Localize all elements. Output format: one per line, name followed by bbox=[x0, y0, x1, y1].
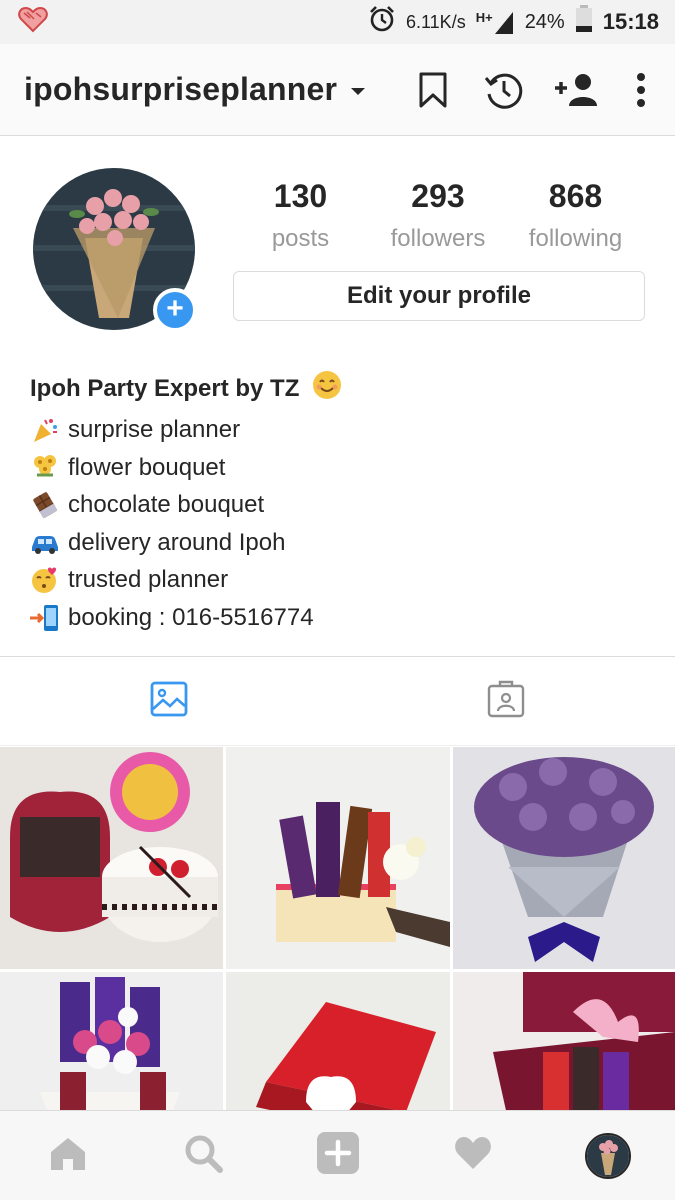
signal-icon: H+ bbox=[476, 10, 515, 34]
bio-line: trusted planner bbox=[30, 561, 650, 599]
add-post-icon bbox=[316, 1131, 360, 1180]
post-thumbnail[interactable] bbox=[453, 747, 675, 969]
party-popper-icon bbox=[30, 415, 60, 445]
status-bar: 6.11K/s H+ 24% 15:18 bbox=[0, 0, 675, 44]
following-count: 868 bbox=[548, 178, 603, 214]
bio-line-text: delivery around Ipoh bbox=[68, 528, 286, 556]
account-username[interactable]: ipohsurpriseplanner bbox=[24, 71, 337, 108]
bottom-navigation bbox=[0, 1110, 675, 1200]
nav-search[interactable] bbox=[135, 1133, 270, 1178]
smiling-face-icon bbox=[312, 370, 342, 411]
alarm-icon bbox=[368, 5, 396, 39]
profile-avatar-small bbox=[584, 1132, 631, 1179]
tab-grid-posts[interactable] bbox=[0, 657, 338, 745]
profile-avatar-container[interactable]: + bbox=[33, 168, 197, 332]
network-speed: 6.11K/s bbox=[405, 11, 466, 32]
profile-header: ipohsurpriseplanner bbox=[0, 44, 675, 136]
image-icon bbox=[150, 680, 188, 723]
add-story-button[interactable]: + bbox=[153, 288, 197, 332]
add-person-icon[interactable] bbox=[553, 70, 601, 110]
followers-label: followers bbox=[390, 225, 486, 252]
profile-tabs bbox=[0, 656, 675, 746]
posts-label: posts bbox=[271, 225, 330, 252]
following-label: following bbox=[528, 225, 623, 252]
bio-line-text: surprise planner bbox=[68, 416, 241, 443]
heart-notification-icon bbox=[18, 6, 48, 38]
more-icon[interactable] bbox=[631, 70, 651, 110]
bio-line: delivery around Ipoh bbox=[30, 524, 650, 562]
bio-line: booking : 016-5516774 bbox=[30, 599, 650, 637]
tagged-person-icon bbox=[487, 680, 525, 723]
clock-time: 15:18 bbox=[602, 9, 659, 34]
bio-line-text: chocolate bouquet bbox=[68, 491, 265, 519]
search-icon bbox=[183, 1133, 223, 1178]
network-type: H+ bbox=[475, 10, 493, 25]
bouquet-icon bbox=[30, 452, 60, 482]
following-stat[interactable]: 868 following bbox=[507, 178, 644, 253]
followers-stat[interactable]: 293 followers bbox=[370, 178, 507, 253]
bio-name-row: Ipoh Party Expert by TZ bbox=[30, 370, 650, 411]
bio-line: surprise planner bbox=[30, 411, 650, 449]
bio-name: Ipoh Party Expert by TZ bbox=[30, 375, 300, 402]
bio-line: chocolate bouquet bbox=[30, 486, 650, 524]
heart-icon bbox=[453, 1135, 493, 1176]
tab-tagged-posts[interactable] bbox=[338, 657, 675, 745]
battery-level: 24% bbox=[524, 10, 565, 33]
profile-bio: Ipoh Party Expert by TZ surprise planner… bbox=[30, 370, 650, 637]
battery-icon bbox=[575, 5, 593, 39]
chevron-down-icon[interactable] bbox=[351, 88, 366, 95]
posts-stat[interactable]: 130 posts bbox=[232, 178, 369, 253]
home-icon bbox=[48, 1135, 88, 1176]
nav-activity[interactable] bbox=[405, 1135, 540, 1176]
profile-stats: 130 posts 293 followers 868 following bbox=[232, 178, 644, 253]
kissing-face-icon bbox=[30, 565, 60, 595]
posts-count: 130 bbox=[273, 178, 328, 214]
post-thumbnail[interactable] bbox=[0, 747, 223, 969]
history-icon[interactable] bbox=[483, 70, 523, 110]
chocolate-bar-icon bbox=[30, 490, 60, 520]
bio-line-text: flower bouquet bbox=[68, 453, 226, 481]
nav-home[interactable] bbox=[0, 1135, 135, 1176]
nav-profile[interactable] bbox=[540, 1132, 675, 1179]
followers-count: 293 bbox=[411, 178, 465, 214]
edit-profile-button[interactable]: Edit your profile bbox=[233, 271, 645, 321]
bookmark-icon[interactable] bbox=[413, 70, 453, 110]
bio-line-text: booking : 016-5516774 bbox=[68, 603, 314, 631]
bio-line: flower bouquet bbox=[30, 449, 650, 487]
phone-arrow-icon bbox=[30, 603, 60, 633]
car-icon bbox=[30, 528, 60, 558]
bio-line-text: trusted planner bbox=[68, 566, 229, 594]
post-thumbnail[interactable] bbox=[226, 747, 450, 969]
nav-add-post[interactable] bbox=[270, 1131, 405, 1180]
